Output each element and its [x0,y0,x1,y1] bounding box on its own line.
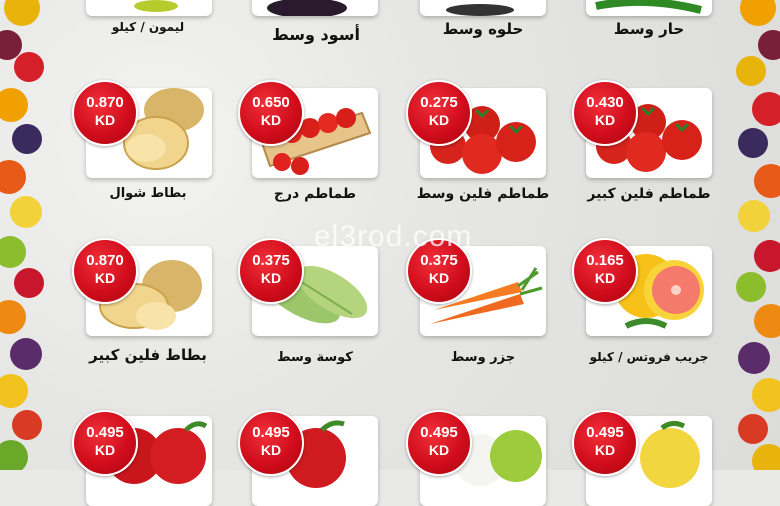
price-badge: 0.375 KD [238,238,304,304]
product-label: طماطم درج [273,186,357,202]
product-card-hot-pepper[interactable] [586,0,712,16]
product-label: كوسة وسط [277,350,353,365]
green-chili-icon [595,0,702,14]
price-badge: 0.495 KD [72,410,138,476]
price-badge: 0.165 KD [572,238,638,304]
product-label: بطاط شوال [109,186,187,201]
product-card-lemon[interactable] [86,0,212,16]
price-badge: 0.275 KD [406,80,472,146]
pepper-icon [446,4,514,16]
product-label: أسود وسط [272,25,360,44]
watermark: el3rod.com [314,220,473,253]
right-fruit-border [734,0,780,470]
product-label: جزر وسط [450,350,516,365]
price-badge: 0.430 KD [572,80,638,146]
product-card-sweet-pepper[interactable] [420,0,546,16]
product-label: طماطم فلين كبير [587,186,711,202]
product-label: بطاط فلين كبير [89,346,207,364]
price-badge: 0.870 KD [72,238,138,304]
product-label: حار وسط [613,20,685,38]
left-fruit-border [0,0,46,470]
product-label: حلوه وسط [442,20,524,38]
product-card-eggplant[interactable] [252,0,378,16]
lemon-icon [134,0,178,12]
price-badge: 0.650 KD [238,80,304,146]
price-badge: 0.495 KD [238,410,304,476]
price-badge: 0.495 KD [406,410,472,476]
eggplant-icon [267,0,347,16]
product-label: جريب فروتس / كيلو [589,350,709,364]
price-badge: 0.870 KD [72,80,138,146]
product-label: طماطم فلين وسط [416,186,550,202]
product-label: ليمون / كيلو [111,20,185,34]
price-badge: 0.495 KD [572,410,638,476]
